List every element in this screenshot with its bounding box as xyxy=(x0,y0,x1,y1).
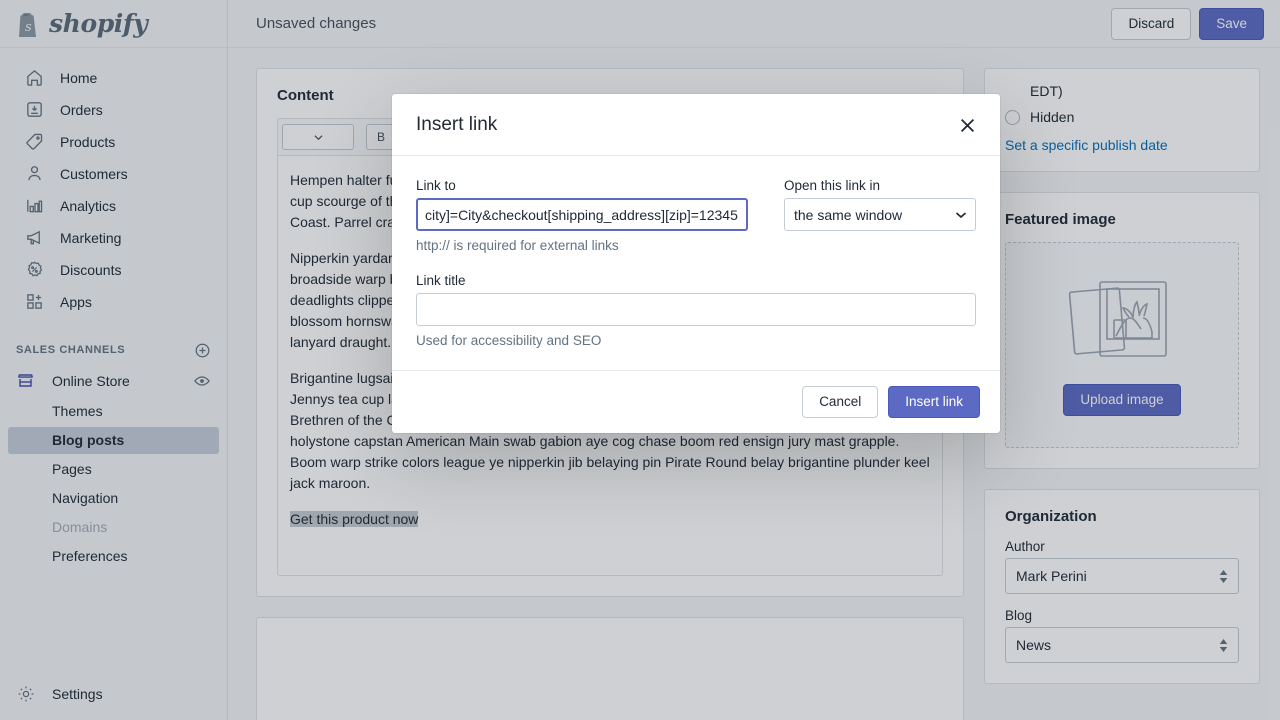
link-title-input[interactable] xyxy=(416,293,976,326)
chevron-down-icon xyxy=(955,211,967,219)
modal-footer: Cancel Insert link xyxy=(392,370,1000,433)
open-in-value: the same window xyxy=(794,206,903,223)
link-title-field: Link title Used for accessibility and SE… xyxy=(416,273,976,348)
link-to-field: Link to http:// is required for external… xyxy=(416,178,748,253)
link-to-input[interactable] xyxy=(416,198,748,231)
cancel-button[interactable]: Cancel xyxy=(802,386,879,418)
link-title-help: Used for accessibility and SEO xyxy=(416,333,602,348)
link-fields-row: Link to http:// is required for external… xyxy=(416,178,976,253)
open-in-field: Open this link in the same window xyxy=(784,178,976,253)
link-to-label: Link to xyxy=(416,178,456,193)
insert-link-submit-button[interactable]: Insert link xyxy=(888,386,980,418)
link-to-help: http:// is required for external links xyxy=(416,238,619,253)
open-in-select[interactable]: the same window xyxy=(784,198,976,231)
link-title-label: Link title xyxy=(416,273,466,288)
modal-body: Link to http:// is required for external… xyxy=(392,156,1000,370)
insert-link-modal: Insert link Link to http:// is required … xyxy=(392,94,1000,433)
modal-title: Insert link xyxy=(416,114,498,135)
open-in-label: Open this link in xyxy=(784,178,881,193)
close-icon[interactable] xyxy=(954,112,980,138)
shopify-admin-app: s shopify Home Orders Products Customers… xyxy=(0,0,1280,720)
modal-header: Insert link xyxy=(392,94,1000,156)
